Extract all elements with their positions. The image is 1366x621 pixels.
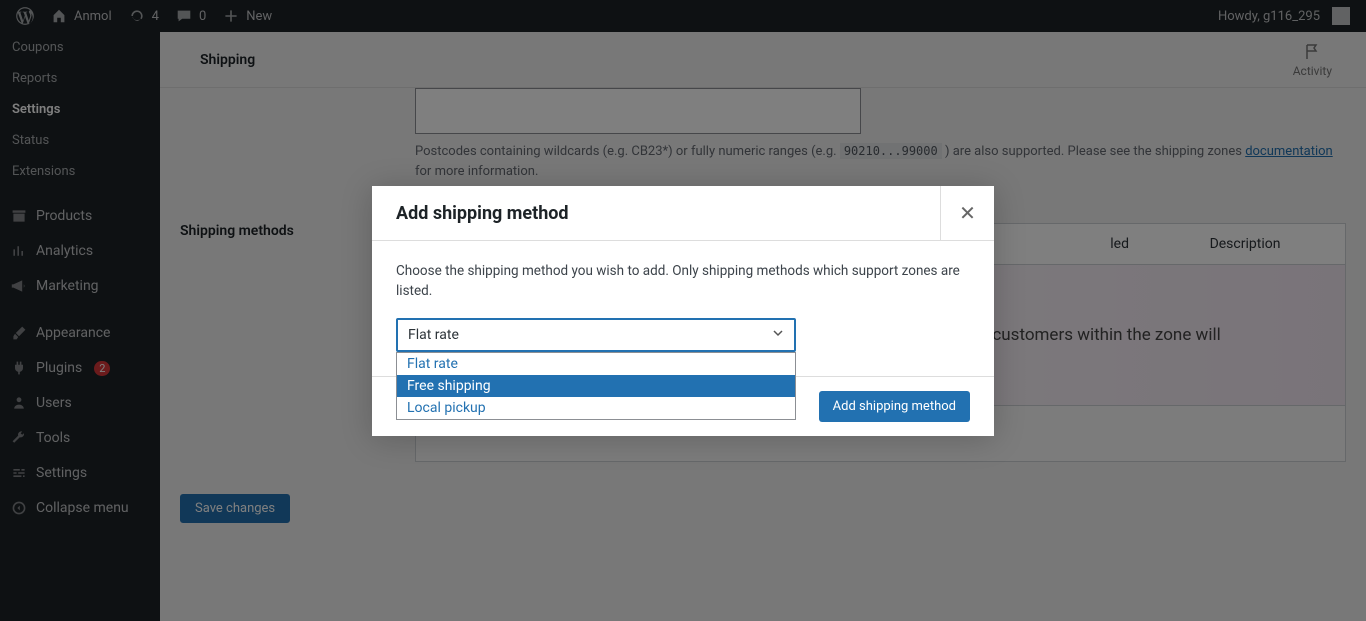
add-shipping-method-button[interactable]: Add shipping method	[819, 391, 970, 422]
shipping-method-select[interactable]: Flat rate Flat rate Free shipping Local …	[396, 318, 796, 352]
select-option-local-pickup[interactable]: Local pickup	[397, 397, 795, 419]
modal-header: Add shipping method ✕	[372, 186, 994, 241]
close-icon: ✕	[959, 201, 976, 225]
select-box[interactable]: Flat rate	[396, 318, 796, 352]
select-option-free-shipping[interactable]: Free shipping	[397, 375, 795, 397]
select-value: Flat rate	[408, 327, 459, 343]
modal-body: Choose the shipping method you wish to a…	[372, 241, 994, 376]
select-option-flat-rate[interactable]: Flat rate	[397, 353, 795, 375]
modal-close-button[interactable]: ✕	[940, 186, 994, 240]
add-shipping-method-modal: Add shipping method ✕ Choose the shippin…	[372, 186, 994, 436]
modal-title: Add shipping method	[372, 187, 593, 240]
select-dropdown: Flat rate Free shipping Local pickup	[396, 352, 796, 420]
modal-description: Choose the shipping method you wish to a…	[396, 261, 970, 302]
chevron-down-icon	[772, 327, 784, 343]
